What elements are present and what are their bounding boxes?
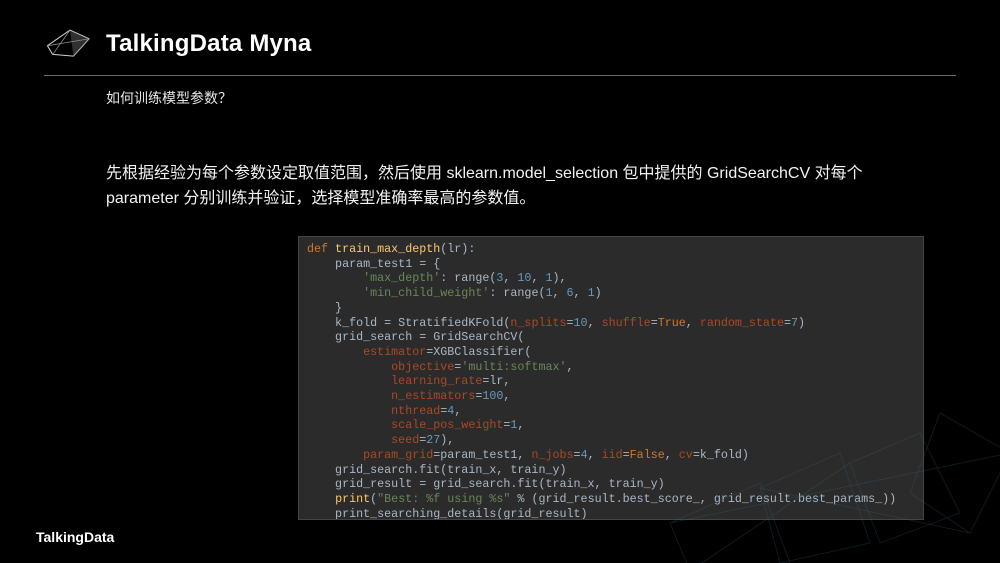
slide-description: 先根据经验为每个参数设定取值范围，然后使用 sklearn.model_sele… [106,162,928,212]
code-snippet: def train_max_depth(lr): param_test1 = {… [298,236,924,520]
divider [44,75,956,76]
slide-title: TalkingData Myna [106,30,311,58]
slide-subtitle: 如何训练模型参数？ [106,88,232,108]
footer-brand: TalkingData [36,529,114,545]
logo-icon [44,26,96,62]
